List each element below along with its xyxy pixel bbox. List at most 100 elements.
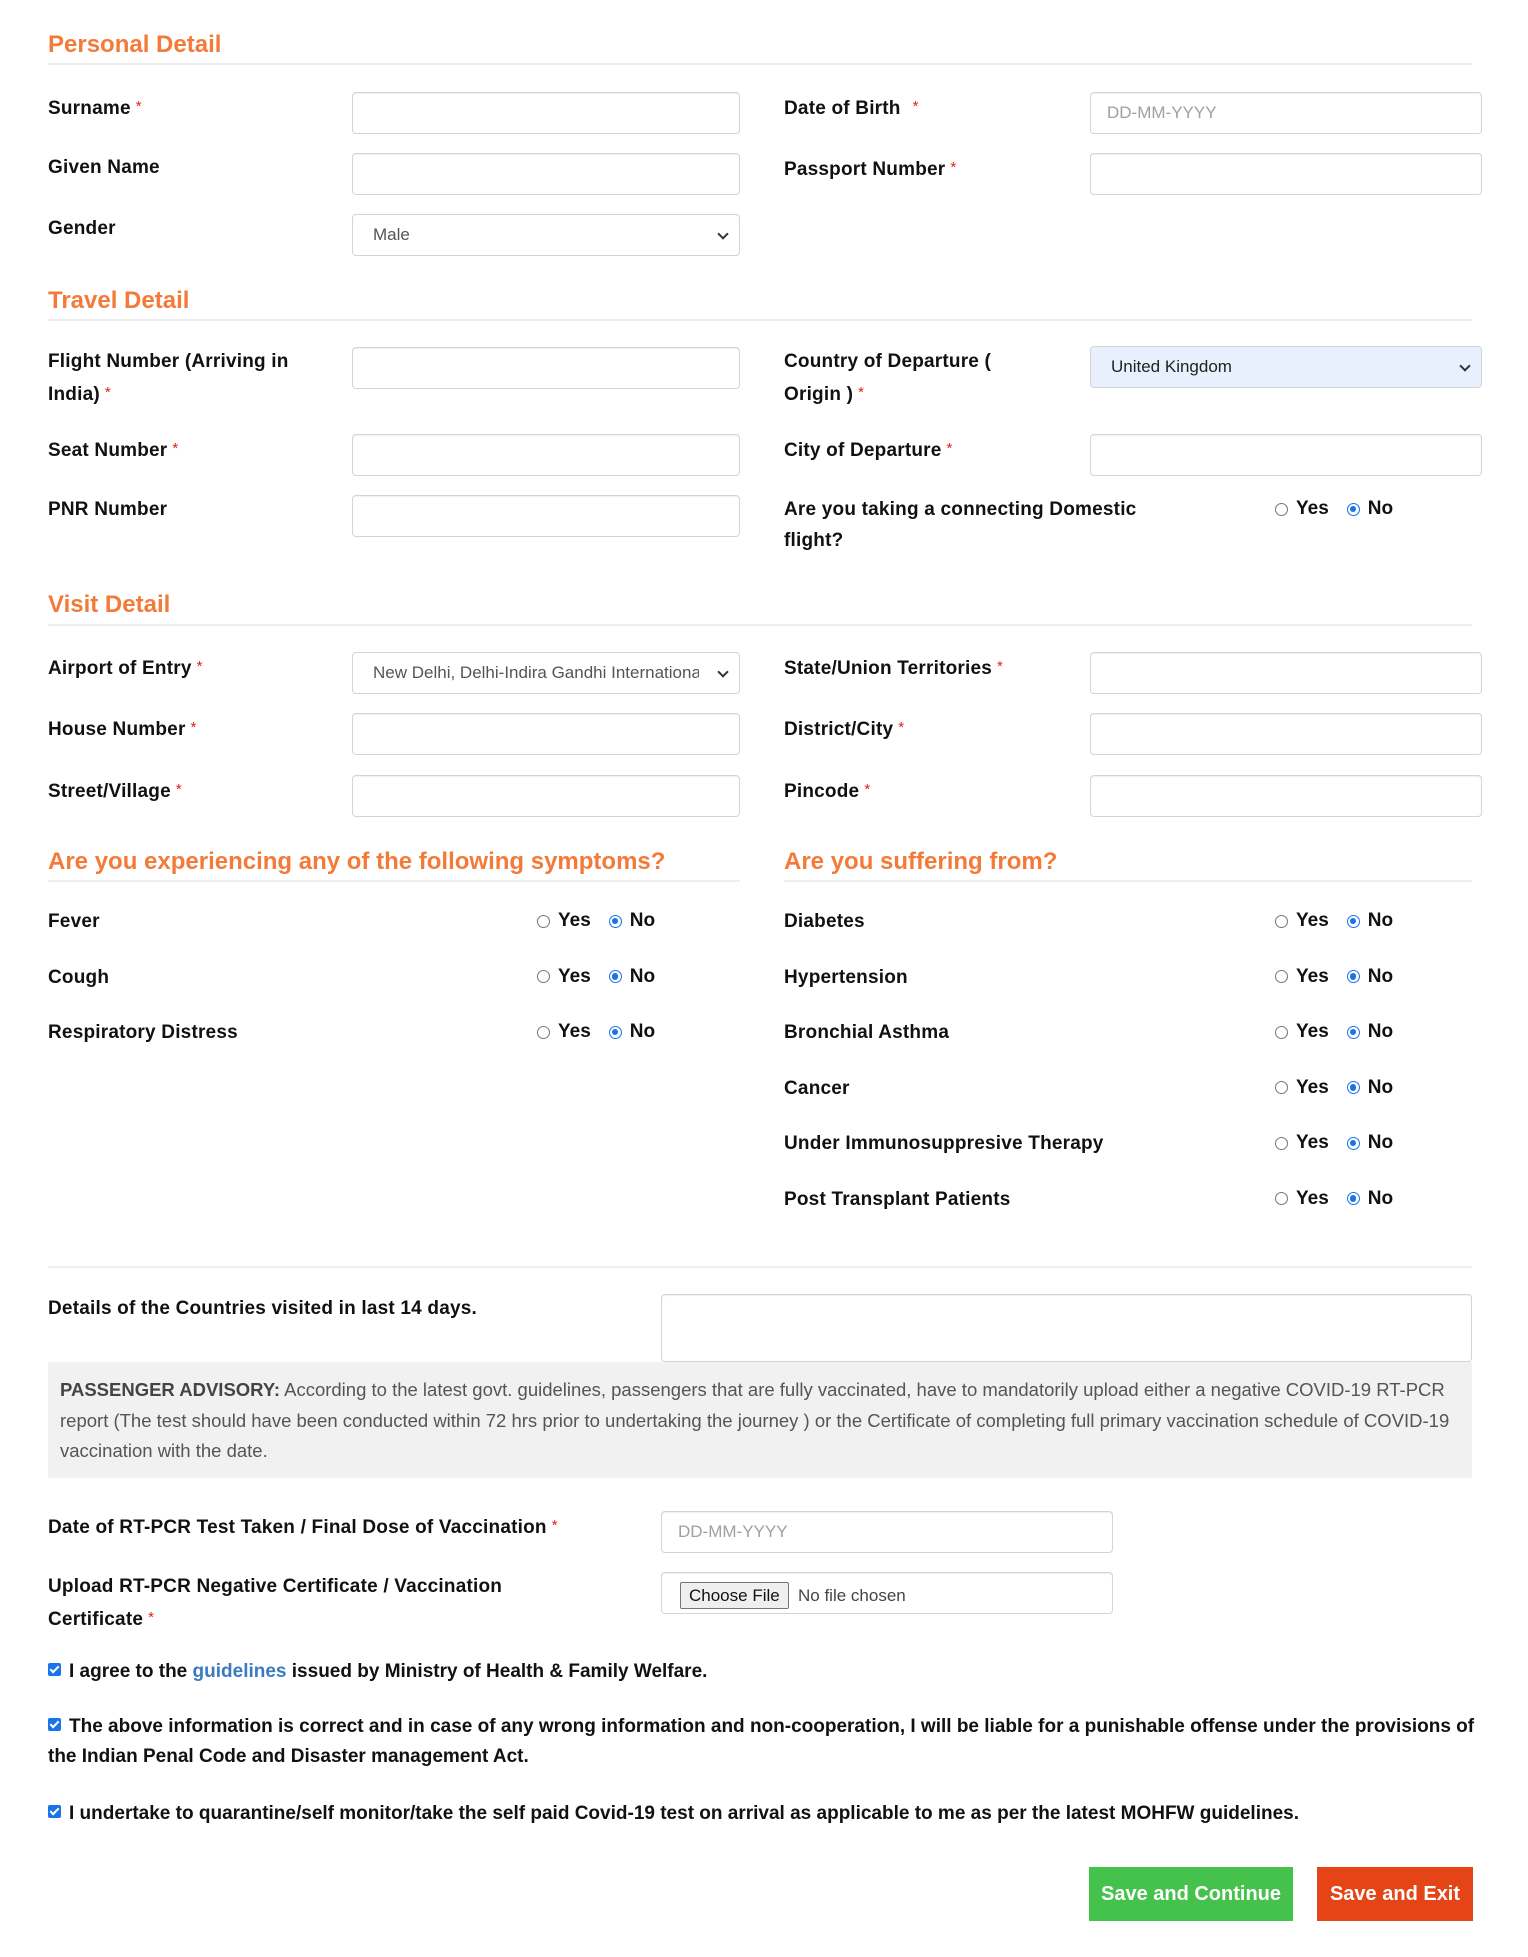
file-status-text: No file chosen: [798, 1586, 906, 1605]
seat-number-label: Seat Number *: [48, 440, 179, 461]
given-name-input[interactable]: [352, 153, 740, 195]
section-title-travel: Travel Detail: [48, 287, 190, 314]
state-label: State/Union Territories *: [784, 658, 1004, 679]
flight-number-input[interactable]: [352, 347, 740, 389]
radio-label-no: No: [1367, 1187, 1394, 1209]
pnr-number-label: PNR Number: [48, 499, 168, 520]
condition-item-radio-group: Yes No: [1275, 1020, 1393, 1044]
condition-item-label: Cancer: [784, 1077, 850, 1099]
radio-label-no: No: [1367, 498, 1394, 519]
dob-input[interactable]: [1090, 92, 1482, 134]
country-of-departure-label: Country of Departure ( Origin ) *: [784, 351, 992, 405]
condition-item-label: Post Transplant Patients: [784, 1188, 1011, 1210]
section-title-conditions: Are you suffering from?: [784, 848, 1058, 875]
condition-item-yes-radio[interactable]: [1275, 970, 1288, 983]
house-number-label: House Number *: [48, 719, 197, 740]
radio-label-yes: Yes: [558, 965, 591, 987]
quarantine-checkbox[interactable]: [48, 1805, 61, 1818]
connecting-flight-label: Are you taking a connecting Domestic fli…: [784, 499, 1137, 551]
symptom-item-no-radio[interactable]: [608, 914, 622, 928]
connecting-flight-no-radio[interactable]: [1346, 502, 1360, 516]
correct-info-row: The above information is correct and in …: [48, 1712, 1478, 1772]
radio-label-no: No: [629, 910, 656, 931]
correct-info-checkbox[interactable]: [48, 1718, 61, 1731]
required-asterisk: *: [858, 384, 865, 401]
radio-label-yes: Yes: [1296, 1132, 1329, 1153]
chevron-down-icon: [717, 228, 729, 240]
countries-visited-label: Details of the Countries visited in last…: [48, 1298, 477, 1319]
dob-label: Date of Birth *: [784, 98, 919, 119]
countries-visited-textarea[interactable]: [661, 1294, 1472, 1362]
rtpcr-date-input[interactable]: [661, 1511, 1113, 1553]
condition-item-no-radio[interactable]: [1346, 1081, 1360, 1094]
section-divider: [48, 63, 1472, 65]
radio-label-no: No: [1367, 965, 1394, 987]
symptom-item-radio-group: Yes No: [537, 965, 655, 989]
condition-item-yes-radio[interactable]: [1275, 1136, 1288, 1150]
condition-item-yes-radio[interactable]: [1275, 914, 1288, 928]
quarantine-text: I undertake to quarantine/self monitor/t…: [69, 1803, 1300, 1824]
condition-item-yes-radio[interactable]: [1275, 1025, 1288, 1039]
gender-select[interactable]: Male: [352, 214, 740, 256]
state-input[interactable]: [1090, 652, 1482, 694]
required-asterisk: *: [551, 1517, 558, 1534]
symptom-item-radio-group: Yes No: [537, 1020, 655, 1044]
passport-label: Passport Number *: [784, 159, 957, 180]
radio-label-no: No: [1367, 910, 1394, 931]
district-city-label: District/City *: [784, 719, 905, 740]
condition-item-radio-group: Yes No: [1275, 909, 1393, 933]
radio-label-no: No: [1367, 1021, 1394, 1042]
district-city-input[interactable]: [1090, 713, 1482, 755]
surname-input[interactable]: [352, 92, 740, 134]
house-number-input[interactable]: [352, 713, 740, 755]
radio-label-no: No: [1367, 1076, 1394, 1098]
guidelines-link[interactable]: guidelines: [193, 1661, 287, 1682]
condition-item-no-radio[interactable]: [1346, 1136, 1360, 1150]
section-title-personal: Personal Detail: [48, 31, 222, 58]
country-of-departure-select[interactable]: United Kingdom: [1090, 346, 1482, 388]
required-asterisk: *: [190, 719, 197, 736]
agree-guidelines-checkbox[interactable]: [48, 1663, 61, 1676]
radio-label-yes: Yes: [1296, 910, 1329, 931]
city-of-departure-label: City of Departure *: [784, 440, 953, 461]
street-village-label: Street/Village *: [48, 781, 182, 802]
symptom-item-no-radio[interactable]: [608, 970, 622, 983]
seat-number-input[interactable]: [352, 434, 740, 476]
symptom-item-label: Respiratory Distress: [48, 1022, 238, 1043]
city-of-departure-input[interactable]: [1090, 434, 1482, 476]
symptom-item-no-radio[interactable]: [608, 1025, 622, 1039]
surname-label: Surname *: [48, 98, 142, 119]
connecting-flight-yes-radio[interactable]: [1275, 502, 1288, 516]
save-and-exit-button[interactable]: Save and Exit: [1317, 1867, 1473, 1921]
save-and-continue-button[interactable]: Save and Continue: [1089, 1867, 1293, 1921]
condition-item-radio-group: Yes No: [1275, 1131, 1393, 1155]
condition-item-radio-group: Yes No: [1275, 1187, 1393, 1211]
pincode-input[interactable]: [1090, 775, 1482, 817]
condition-item-no-radio[interactable]: [1346, 1025, 1360, 1039]
symptom-item-yes-radio[interactable]: [537, 914, 550, 928]
pnr-number-input[interactable]: [352, 495, 740, 537]
section-divider: [48, 880, 740, 882]
condition-item-yes-radio[interactable]: [1275, 1192, 1288, 1205]
condition-item-no-radio[interactable]: [1346, 914, 1360, 928]
pincode-label: Pincode *: [784, 781, 871, 802]
condition-item-no-radio[interactable]: [1346, 1192, 1360, 1205]
required-asterisk: *: [946, 440, 953, 457]
street-village-input[interactable]: [352, 775, 740, 817]
airport-of-entry-select[interactable]: New Delhi, Delhi-Indira Gandhi Internati…: [352, 652, 740, 694]
symptom-item-yes-radio[interactable]: [537, 1025, 550, 1039]
chevron-down-icon: [1459, 360, 1471, 372]
upload-certificate-file-input: Choose File No file chosen: [661, 1572, 1113, 1614]
symptom-item-yes-radio[interactable]: [537, 970, 550, 983]
condition-item-no-radio[interactable]: [1346, 970, 1360, 983]
radio-label-yes: Yes: [1296, 1021, 1329, 1042]
agree-guidelines-row: I agree to the guidelines issued by Mini…: [48, 1657, 707, 1687]
required-asterisk: *: [997, 658, 1004, 675]
country-selected-value: United Kingdom: [1111, 357, 1232, 376]
section-title-visit: Visit Detail: [48, 591, 171, 618]
choose-file-button[interactable]: Choose File: [680, 1582, 789, 1609]
passport-input[interactable]: [1090, 153, 1482, 195]
chevron-down-icon: [717, 666, 729, 678]
condition-item-yes-radio[interactable]: [1275, 1081, 1288, 1094]
radio-label-yes: Yes: [1296, 498, 1329, 519]
